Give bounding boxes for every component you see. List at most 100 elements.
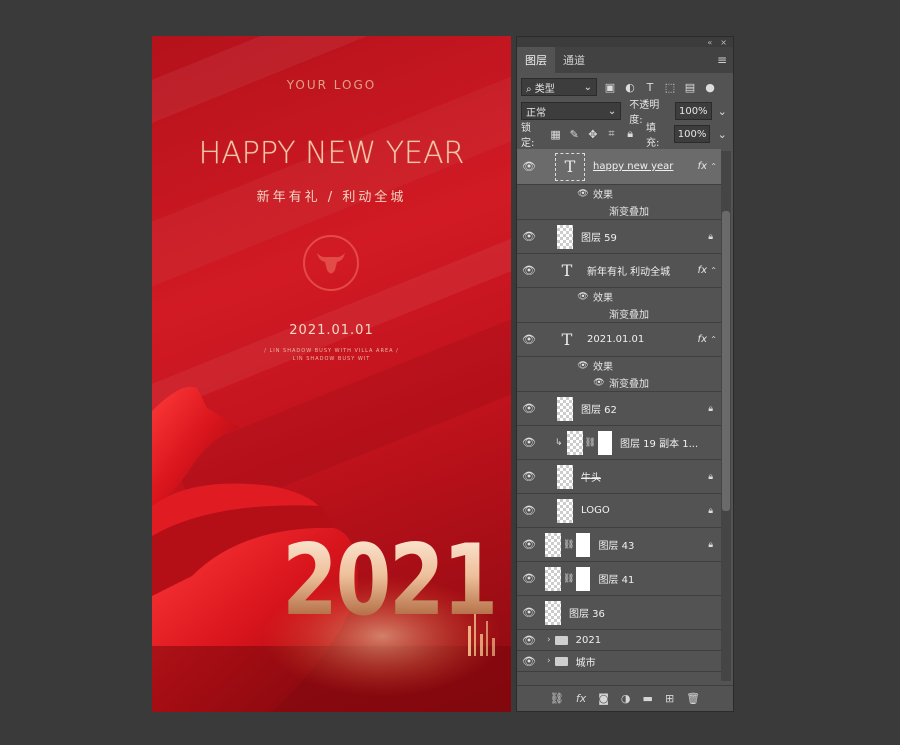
visibility-eye-icon[interactable]: 👁︎ (517, 160, 541, 173)
layer-group-row[interactable]: 👁︎ › 2021 (517, 630, 721, 651)
chevron-right-icon[interactable]: › (547, 635, 551, 645)
layer-name: 图层 43 (598, 541, 635, 552)
visibility-eye-icon[interactable]: 👁︎ (517, 333, 541, 346)
blend-mode-select[interactable]: 正常 ⌄ (521, 102, 622, 120)
layer-mask-thumbnail[interactable] (576, 532, 591, 557)
tab-channels[interactable]: 通道 (555, 47, 593, 73)
trash-icon[interactable]: 🗑︎ (686, 692, 700, 705)
layer-row[interactable]: 👁︎ 图层 62 🔒︎ (517, 392, 721, 426)
layer-name: LOGO (581, 505, 610, 516)
text-layer-icon: T (561, 330, 573, 349)
shape-filter-icon[interactable]: ⬚ (663, 80, 677, 94)
opacity-dropdown-icon[interactable]: ⌄ (716, 104, 729, 118)
layer-name: 2021.01.01 (587, 334, 645, 345)
effect-eye-icon[interactable]: 👁︎ (593, 378, 605, 388)
panel-title-strip: « × (517, 37, 733, 47)
lock-row: 锁定: ▦ ✎ ✥ ⌗ 🔒︎ 填充: 100% ⌄ (517, 123, 733, 149)
layer-name: 图层 59 (581, 233, 617, 244)
layer-thumbnail (557, 464, 573, 489)
visibility-eye-icon[interactable]: 👁︎ (517, 470, 541, 483)
visibility-eye-icon[interactable]: 👁︎ (517, 572, 541, 585)
visibility-eye-icon[interactable]: 👁︎ (517, 230, 541, 243)
fx-icon[interactable]: fx (698, 265, 707, 276)
visibility-eye-icon[interactable]: 👁︎ (517, 606, 541, 619)
image-filter-icon[interactable]: ▣ (603, 80, 617, 94)
lock-image-icon[interactable]: ✎ (567, 127, 581, 141)
group-name: 城市 (575, 657, 596, 669)
visibility-eye-icon[interactable]: 👁︎ (517, 538, 541, 551)
text-filter-icon[interactable]: T (643, 80, 657, 94)
filter-toggle-icon[interactable]: ● (703, 80, 717, 94)
layer-thumbnail (557, 396, 573, 421)
effects-eye-icon[interactable]: 👁︎ (577, 292, 589, 302)
layer-row[interactable]: 👁︎ ⛓︎ 图层 41 (517, 562, 721, 596)
layer-row[interactable]: 👁︎ 图层 36 (517, 596, 721, 630)
visibility-eye-icon[interactable]: 👁︎ (517, 264, 541, 277)
layer-group-row[interactable]: 👁︎ › 城市 (517, 651, 721, 672)
effects-row: 👁︎ 效果 (577, 291, 613, 305)
filter-type-select[interactable]: ⌕ 类型 ⌄ (521, 78, 597, 96)
folder-icon[interactable]: ▬ (643, 692, 653, 705)
opacity-input[interactable]: 100% (674, 102, 712, 120)
visibility-eye-icon[interactable]: 👁︎ (517, 436, 541, 449)
layer-thumbnail (545, 532, 561, 557)
new-layer-icon[interactable]: ⊞ (665, 692, 674, 705)
layer-row[interactable]: 👁︎ T 2021.01.01 fx ⌃ (517, 323, 721, 357)
lock-transparent-icon[interactable]: ▦ (549, 127, 563, 141)
collapse-panel-button[interactable]: « (707, 38, 712, 47)
chain-link-icon[interactable]: ⛓︎ (585, 438, 596, 448)
effect-row: 渐变叠加 (517, 202, 721, 220)
layer-row[interactable]: 👁︎ 图层 59 🔒︎ (517, 220, 721, 254)
visibility-eye-icon[interactable]: 👁︎ (517, 504, 541, 517)
chain-link-icon[interactable]: ⛓︎ (563, 574, 574, 584)
lock-all-icon[interactable]: 🔒︎ (623, 127, 637, 141)
layer-mask-thumbnail[interactable] (576, 566, 591, 591)
layer-row[interactable]: 👁︎ ⛓︎ 图层 43 🔒︎ (517, 528, 721, 562)
effects-eye-icon[interactable]: 👁︎ (577, 189, 589, 199)
fx-icon[interactable]: fx (698, 161, 707, 172)
lock-icon: 🔒︎ (708, 505, 713, 516)
effects-eye-icon[interactable]: 👁︎ (577, 361, 589, 371)
layer-thumbnail (545, 600, 561, 625)
expand-effects-icon[interactable]: ⌃ (710, 335, 717, 344)
layers-scrollbar[interactable] (721, 151, 731, 681)
fx-icon[interactable]: fx (576, 692, 586, 705)
layer-row[interactable]: 👁︎ 牛头 🔒︎ (517, 460, 721, 494)
lock-icon: 🔒︎ (708, 471, 713, 482)
layer-row[interactable]: 👁︎ T 新年有礼 利动全城 fx ⌃ (517, 254, 721, 288)
adjustment-icon[interactable]: ◑ (621, 692, 631, 705)
layer-row[interactable]: 👁︎ LOGO 🔒︎ (517, 494, 721, 528)
text-layer-icon: T (555, 152, 585, 181)
layer-row[interactable]: 👁︎ T happy new year fx ⌃ (517, 149, 721, 185)
lock-icon: 🔒︎ (708, 403, 713, 414)
link-icon[interactable]: ⛓︎ (550, 692, 564, 705)
visibility-eye-icon[interactable]: 👁︎ (517, 634, 541, 647)
lock-position-icon[interactable]: ✥ (586, 127, 600, 141)
expand-effects-icon[interactable]: ⌃ (710, 266, 717, 275)
layer-thumbnail (566, 430, 583, 455)
chain-link-icon[interactable]: ⛓︎ (563, 540, 574, 550)
document-canvas[interactable]: YOUR LOGO HAPPY NEW YEAR 新年有礼 / 利动全城 202… (152, 36, 511, 712)
layers-list: 👁︎ T happy new year fx ⌃ 👁︎ 效果 渐变叠加 👁︎ 图… (517, 149, 721, 687)
chevron-right-icon[interactable]: › (547, 656, 551, 666)
lock-artboard-icon[interactable]: ⌗ (605, 127, 619, 141)
panel-menu-icon[interactable]: ≡ (717, 53, 727, 67)
expand-effects-icon[interactable]: ⌃ (710, 162, 717, 171)
fill-input[interactable]: 100% (673, 125, 711, 143)
adjustment-filter-icon[interactable]: ◐ (623, 80, 637, 94)
fx-icon[interactable]: fx (698, 334, 707, 345)
visibility-eye-icon[interactable]: 👁︎ (517, 402, 541, 415)
smartobject-filter-icon[interactable]: ▤ (683, 80, 697, 94)
layer-mask-thumbnail[interactable] (597, 430, 612, 455)
layer-row[interactable]: 👁︎ ↳ ⛓︎ 图层 19 副本 1... (517, 426, 721, 460)
close-panel-button[interactable]: × (720, 38, 727, 47)
layer-name: 新年有礼 利动全城 (587, 267, 671, 278)
mask-icon[interactable]: ◙ (598, 692, 609, 705)
lock-icon: 🔒︎ (708, 539, 713, 550)
fill-dropdown-icon[interactable]: ⌄ (715, 127, 729, 141)
layer-name: happy new year (593, 161, 674, 172)
layer-thumbnail (557, 498, 573, 523)
layer-name: 图层 41 (598, 575, 635, 586)
tab-layers[interactable]: 图层 (517, 47, 555, 73)
visibility-eye-icon[interactable]: 👁︎ (517, 655, 541, 668)
